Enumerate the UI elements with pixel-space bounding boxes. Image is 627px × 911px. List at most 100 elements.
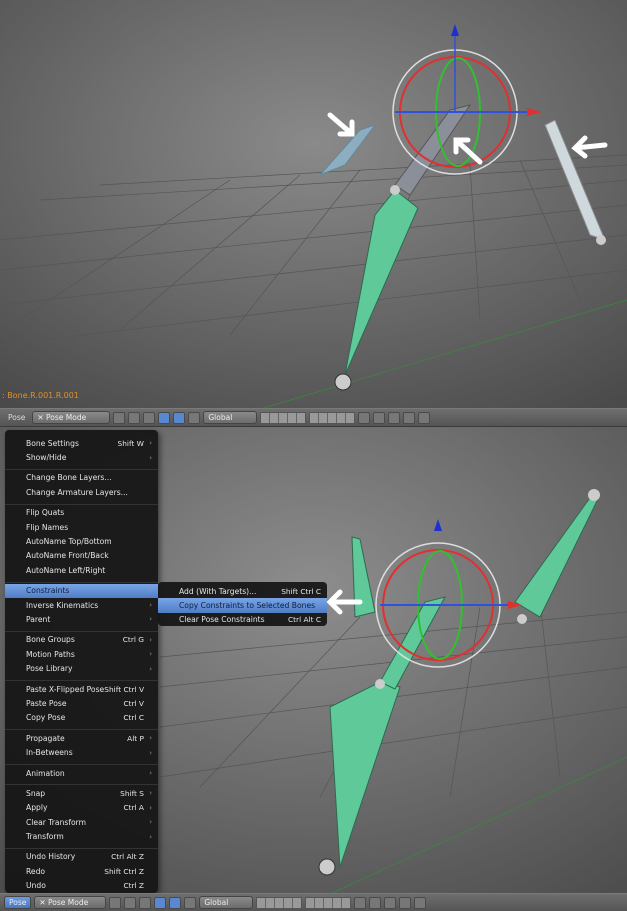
shading-icon[interactable]	[109, 896, 122, 909]
menu-item-change-armature-layers[interactable]: Change Armature Layers...	[5, 485, 158, 499]
menu-item-shortcut: Shift Ctrl C	[281, 586, 321, 596]
menu-item-label: Animation	[26, 768, 65, 778]
mode-select-bottom[interactable]: ✕ Pose Mode	[34, 896, 107, 909]
menu-item-shortcut: Ctrl C	[123, 713, 144, 723]
menu-item-copy-constraints-to-selected-bones[interactable]: Copy Constraints to Selected Bones	[158, 598, 327, 613]
menu-item-snap[interactable]: Snap Shift S ›	[5, 786, 158, 800]
rotate-icon[interactable]	[169, 896, 182, 909]
menu-item-bone-settings[interactable]: Bone Settings Shift W ›	[5, 436, 158, 450]
pose-menu-button[interactable]: Pose	[4, 411, 29, 424]
menu-item-redo[interactable]: Redo Shift Ctrl Z	[5, 864, 158, 878]
viewport-top[interactable]: : Bone.R.001.R.001	[0, 0, 627, 409]
submenu-arrow-icon: ›	[149, 789, 152, 798]
pivot-icon[interactable]	[124, 896, 137, 909]
menu-item-pose-library[interactable]: Pose Library ›	[5, 661, 158, 675]
submenu-arrow-icon: ›	[149, 803, 152, 812]
menu-item-label: Flip Quats	[26, 508, 65, 518]
menu-group: Paste X-Flipped Pose Shift Ctrl V Paste Po…	[5, 681, 158, 731]
menu-item-label: AutoName Front/Back	[26, 551, 109, 561]
viewport-header-bottom: Pose ✕ Pose Mode Global	[0, 893, 627, 911]
mode-label: Pose Mode	[48, 898, 89, 907]
menu-item-in-betweens[interactable]: In-Betweens ›	[5, 745, 158, 759]
menu-item-autoname-top-bottom[interactable]: AutoName Top/Bottom	[5, 534, 158, 548]
scale-icon[interactable]	[184, 896, 197, 909]
render-icon[interactable]	[399, 896, 412, 909]
snap-icon[interactable]	[384, 896, 397, 909]
menu-item-flip-names[interactable]: Flip Names	[5, 520, 158, 534]
manipulator-icon[interactable]	[143, 411, 156, 424]
menu-item-label: Flip Names	[26, 522, 69, 532]
copy-pose-icon[interactable]	[418, 411, 431, 424]
menu-item-label: Pose Library	[26, 664, 73, 674]
pose-menu-button-open[interactable]: Pose	[4, 896, 32, 909]
menu-item-shortcut: Ctrl V	[123, 698, 144, 708]
menu-item-label: Bone Settings	[26, 438, 79, 448]
menu-item-propagate[interactable]: Propagate Alt P ›	[5, 731, 158, 745]
orientation-select-bottom[interactable]: Global	[199, 896, 254, 909]
pose-menu: Bone Settings Shift W › Show/Hide › Change Bo…	[5, 430, 158, 893]
copy-pose-icon[interactable]	[414, 896, 427, 909]
menu-item-copy-pose[interactable]: Copy Pose Ctrl C	[5, 711, 158, 725]
menu-item-label: Undo History	[26, 852, 76, 862]
menu-item-undo[interactable]: Undo Ctrl Z	[5, 879, 158, 893]
menu-item-add-with-targets[interactable]: Add (With Targets)... Shift Ctrl C	[158, 584, 327, 598]
menu-item-constraints[interactable]: Constraints ›	[5, 583, 158, 598]
menu-item-shortcut: Shift Ctrl V	[104, 684, 144, 694]
menu-item-apply[interactable]: Apply Ctrl A ›	[5, 801, 158, 815]
translate-icon[interactable]	[154, 896, 167, 909]
menu-item-flip-quats[interactable]: Flip Quats	[5, 506, 158, 520]
menu-item-label: Propagate	[26, 733, 65, 743]
layers-grid-2[interactable]	[309, 411, 356, 424]
menu-item-show-hide[interactable]: Show/Hide ›	[5, 450, 158, 464]
proportional-icon[interactable]	[369, 896, 382, 909]
menu-item-change-bone-layers[interactable]: Change Bone Layers...	[5, 471, 158, 485]
submenu-arrow-icon: ›	[149, 818, 152, 827]
armature-icon: ✕	[37, 413, 47, 422]
lock-icon[interactable]	[358, 411, 371, 424]
submenu-arrow-icon: ›	[149, 769, 152, 777]
menu-group: Change Bone Layers... Change Armature Lay…	[5, 470, 158, 505]
mode-select[interactable]: ✕ Pose Mode	[32, 411, 111, 424]
menu-group: Constraints › Inverse Kinematics › Parent ›	[5, 583, 158, 632]
menu-item-motion-paths[interactable]: Motion Paths ›	[5, 647, 158, 661]
snap-icon[interactable]	[388, 411, 401, 424]
lock-icon[interactable]	[354, 896, 367, 909]
menu-group: Snap Shift S › Apply Ctrl A › Clear Transform ›…	[5, 785, 158, 849]
rotate-icon[interactable]	[173, 411, 186, 424]
menu-item-autoname-left-right[interactable]: AutoName Left/Right	[5, 563, 158, 577]
manipulator-icon[interactable]	[139, 896, 152, 909]
menu-item-clear-transform[interactable]: Clear Transform ›	[5, 815, 158, 829]
menu-item-label: Motion Paths	[26, 649, 75, 659]
menu-item-undo-history[interactable]: Undo History Ctrl Alt Z	[5, 850, 158, 864]
menu-group: Animation ›	[5, 765, 158, 786]
menu-item-shortcut: Shift W	[117, 438, 144, 448]
layers-grid[interactable]	[260, 411, 307, 424]
menu-item-shortcut: Ctrl G	[122, 635, 144, 645]
mode-label: Pose Mode	[46, 413, 87, 422]
menu-item-inverse-kinematics[interactable]: Inverse Kinematics ›	[5, 598, 158, 612]
orientation-select[interactable]: Global	[203, 411, 258, 424]
menu-item-paste-pose[interactable]: Paste Pose Ctrl V	[5, 696, 158, 710]
menu-item-label: Undo	[26, 881, 46, 891]
menu-item-label: Apply	[26, 803, 48, 813]
menu-item-transform[interactable]: Transform ›	[5, 829, 158, 843]
layers-grid-2[interactable]	[305, 896, 352, 909]
menu-group: Bone Settings Shift W › Show/Hide ›	[5, 435, 158, 470]
menu-item-paste-x-flipped-pose[interactable]: Paste X-Flipped Pose Shift Ctrl V	[5, 682, 158, 696]
menu-item-label: Paste X-Flipped Pose	[26, 684, 105, 694]
menu-item-clear-pose-constraints[interactable]: Clear Pose Constraints Ctrl Alt C	[158, 613, 327, 627]
shading-icon[interactable]	[113, 411, 126, 424]
menu-item-label: Paste Pose	[26, 698, 67, 708]
menu-item-animation[interactable]: Animation ›	[5, 766, 158, 780]
render-icon[interactable]	[403, 411, 416, 424]
menu-item-autoname-front-back[interactable]: AutoName Front/Back	[5, 549, 158, 563]
submenu-arrow-icon: ›	[149, 650, 152, 659]
layers-grid[interactable]	[256, 896, 303, 909]
pivot-icon[interactable]	[128, 411, 141, 424]
submenu-arrow-icon: ›	[149, 601, 152, 610]
translate-icon[interactable]	[158, 411, 171, 424]
scale-icon[interactable]	[188, 411, 201, 424]
menu-item-parent[interactable]: Parent ›	[5, 612, 158, 626]
menu-item-bone-groups[interactable]: Bone Groups Ctrl G ›	[5, 633, 158, 647]
proportional-icon[interactable]	[373, 411, 386, 424]
